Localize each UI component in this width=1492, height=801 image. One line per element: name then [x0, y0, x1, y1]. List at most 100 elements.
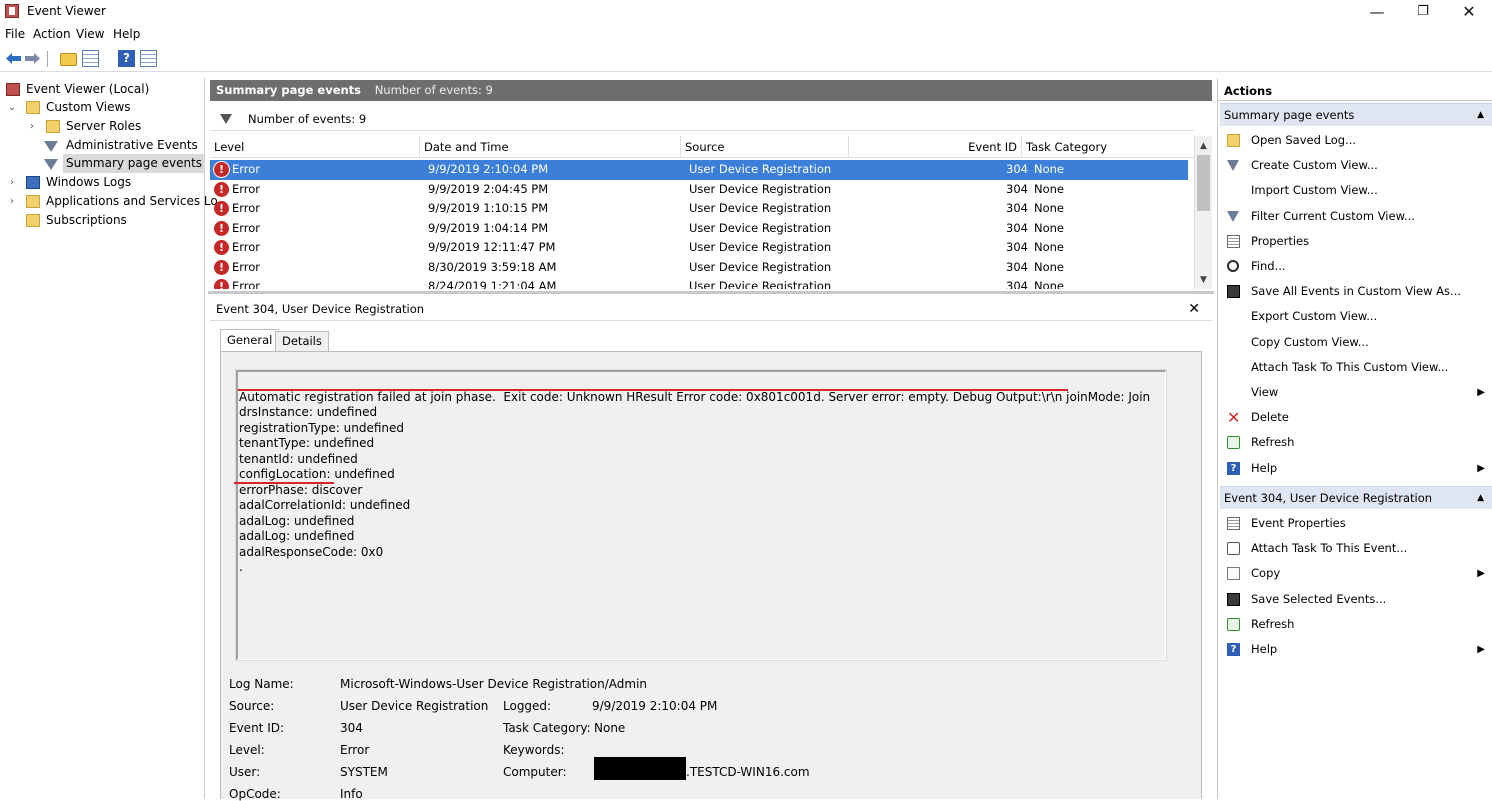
error-icon: ! — [214, 279, 229, 289]
error-icon: ! — [214, 240, 229, 255]
refresh-icon — [1227, 436, 1240, 450]
column-event-id[interactable]: Event ID — [849, 136, 1022, 158]
refresh-icon — [1227, 617, 1240, 631]
action-event-properties[interactable]: Event Properties — [1218, 511, 1492, 536]
scroll-up-arrow-icon[interactable]: ▲ — [1195, 138, 1212, 154]
maximize-button[interactable]: ❐ — [1400, 0, 1446, 24]
menu-view[interactable]: View — [76, 27, 104, 41]
delete-icon: ✕ — [1227, 408, 1241, 428]
table-row[interactable]: ! Error 9/9/2019 1:10:15 PM User Device … — [210, 199, 1188, 219]
open-folder-icon[interactable] — [60, 53, 77, 66]
action-delete[interactable]: ✕ Delete — [1218, 405, 1492, 430]
action-attach-task-to-this-event[interactable]: Attach Task To This Event... — [1218, 536, 1492, 561]
server-roles-folder-icon — [46, 120, 60, 133]
menu-help[interactable]: Help — [113, 27, 140, 41]
action-find[interactable]: Find... — [1218, 254, 1492, 279]
general-tab-content: Automatic registration failed at join ph… — [220, 351, 1202, 801]
show-hide-action-pane-icon[interactable] — [140, 50, 157, 67]
action-help[interactable]: ? Help ▶ — [1218, 456, 1492, 481]
table-row[interactable]: ! Error 9/9/2019 12:11:47 PM User Device… — [210, 238, 1188, 258]
help-icon: ? — [1227, 643, 1240, 656]
table-row[interactable]: ! Error 9/9/2019 2:10:04 PM User Device … — [210, 160, 1188, 180]
collapse-caret-icon[interactable]: ▲ — [1477, 104, 1484, 127]
pane-splitter[interactable] — [208, 291, 1214, 294]
tab-details[interactable]: Details — [275, 331, 329, 352]
error-icon: ! — [214, 259, 229, 275]
actions-group-event-304[interactable]: Event 304, User Device Registration ▲ — [1220, 486, 1492, 509]
action-properties[interactable]: Properties — [1218, 229, 1492, 254]
column-source[interactable]: Source — [681, 136, 849, 158]
summary-count: Number of events: 9 — [374, 83, 493, 97]
menu-file[interactable]: File — [5, 27, 25, 41]
action-copy-custom-view[interactable]: Copy Custom View... — [1218, 330, 1492, 355]
close-window-button[interactable]: ✕ — [1446, 0, 1492, 24]
back-arrow-icon[interactable] — [5, 50, 22, 67]
filter-icon — [44, 141, 58, 152]
action-open-saved-log[interactable]: Open Saved Log... — [1218, 128, 1492, 153]
minimize-button[interactable]: — — [1354, 0, 1400, 24]
expand-chevron-icon[interactable]: › — [26, 117, 38, 136]
table-row[interactable]: ! Error 9/9/2019 2:04:45 PM User Device … — [210, 180, 1188, 200]
event-message-text[interactable]: Automatic registration failed at join ph… — [239, 374, 1150, 591]
action-refresh[interactable]: Refresh — [1218, 612, 1492, 637]
close-detail-icon[interactable]: ✕ — [1188, 297, 1200, 321]
center-pane: Summary page events Number of events: 9 … — [208, 78, 1214, 801]
table-row[interactable]: ! Error 9/9/2019 1:04:14 PM User Device … — [210, 219, 1188, 239]
filter-icon — [1227, 210, 1239, 222]
table-row[interactable]: ! Error 8/24/2019 1:21:04 AM User Device… — [210, 277, 1188, 289]
events-table-scrollbar[interactable]: ▲ ▼ — [1194, 136, 1212, 289]
applications-services-folder-icon — [26, 195, 40, 208]
show-hide-tree-icon[interactable] — [82, 50, 99, 67]
window-title: Event Viewer — [27, 4, 106, 18]
collapse-caret-icon[interactable]: ▲ — [1477, 487, 1484, 510]
filter-icon — [1227, 160, 1239, 172]
action-view[interactable]: View ▶ — [1218, 380, 1492, 405]
event-detail-header: Event 304, User Device Registration ✕ — [210, 297, 1212, 321]
title-bar: Event Viewer — ❐ ✕ — [0, 0, 1492, 24]
filter-icon — [44, 159, 58, 170]
action-copy[interactable]: Copy ▶ — [1218, 561, 1492, 586]
filter-bar: Number of events: 9 — [210, 107, 1194, 131]
scroll-down-arrow-icon[interactable]: ▼ — [1195, 272, 1212, 288]
column-level[interactable]: Level — [210, 136, 420, 158]
column-task-category[interactable]: Task Category — [1022, 136, 1194, 158]
help-icon: ? — [1227, 461, 1240, 475]
action-attach-task-to-this-custom-view[interactable]: Attach Task To This Custom View... — [1218, 355, 1492, 380]
menu-bar: File Action View Help — [0, 24, 1492, 45]
error-icon: ! — [214, 201, 229, 216]
help-icon[interactable]: ? — [118, 50, 135, 67]
red-annotation-underline — [234, 482, 334, 484]
expand-chevron-icon[interactable]: › — [6, 192, 18, 211]
table-row[interactable]: ! Error 8/30/2019 3:59:18 AM User Device… — [210, 258, 1188, 278]
event-viewer-icon — [6, 83, 20, 96]
custom-views-folder-icon — [26, 101, 40, 114]
summary-header: Summary page events Number of events: 9 — [210, 80, 1212, 101]
action-filter-current-custom-view[interactable]: Filter Current Custom View... — [1218, 204, 1492, 229]
action-save-selected-events[interactable]: Save Selected Events... — [1218, 587, 1492, 612]
properties-icon — [1227, 517, 1240, 530]
forward-arrow-icon[interactable] — [24, 50, 41, 67]
actions-pane: Actions Summary page events ▲ Open Saved… — [1217, 78, 1492, 799]
event-message-box[interactable]: Automatic registration failed at join ph… — [234, 369, 1167, 661]
menu-action[interactable]: Action — [33, 27, 71, 41]
action-refresh[interactable]: Refresh — [1218, 430, 1492, 455]
action-import-custom-view[interactable]: Import Custom View... — [1218, 178, 1492, 203]
action-export-custom-view[interactable]: Export Custom View... — [1218, 304, 1492, 329]
task-icon — [1227, 542, 1240, 556]
collapse-chevron-icon[interactable]: ⌄ — [6, 98, 18, 117]
actions-group-summary-page-events[interactable]: Summary page events ▲ — [1220, 103, 1492, 126]
filter-icon — [220, 114, 232, 124]
error-icon: ! — [214, 162, 229, 177]
action-save-all-events-in-custom-view-as[interactable]: Save All Events in Custom View As... — [1218, 279, 1492, 304]
submenu-arrow-icon: ▶ — [1477, 568, 1485, 580]
expand-chevron-icon[interactable]: › — [6, 173, 18, 192]
redacted-block — [594, 757, 686, 780]
copy-icon — [1227, 567, 1240, 581]
column-date-time[interactable]: Date and Time — [420, 136, 681, 158]
action-create-custom-view[interactable]: Create Custom View... — [1218, 153, 1492, 178]
error-icon: ! — [214, 220, 229, 236]
action-help[interactable]: ? Help ▶ — [1218, 637, 1492, 662]
toolbar: ? — [0, 45, 1492, 72]
scrollbar-thumb[interactable] — [1197, 155, 1210, 211]
tab-general[interactable]: General — [220, 329, 280, 352]
